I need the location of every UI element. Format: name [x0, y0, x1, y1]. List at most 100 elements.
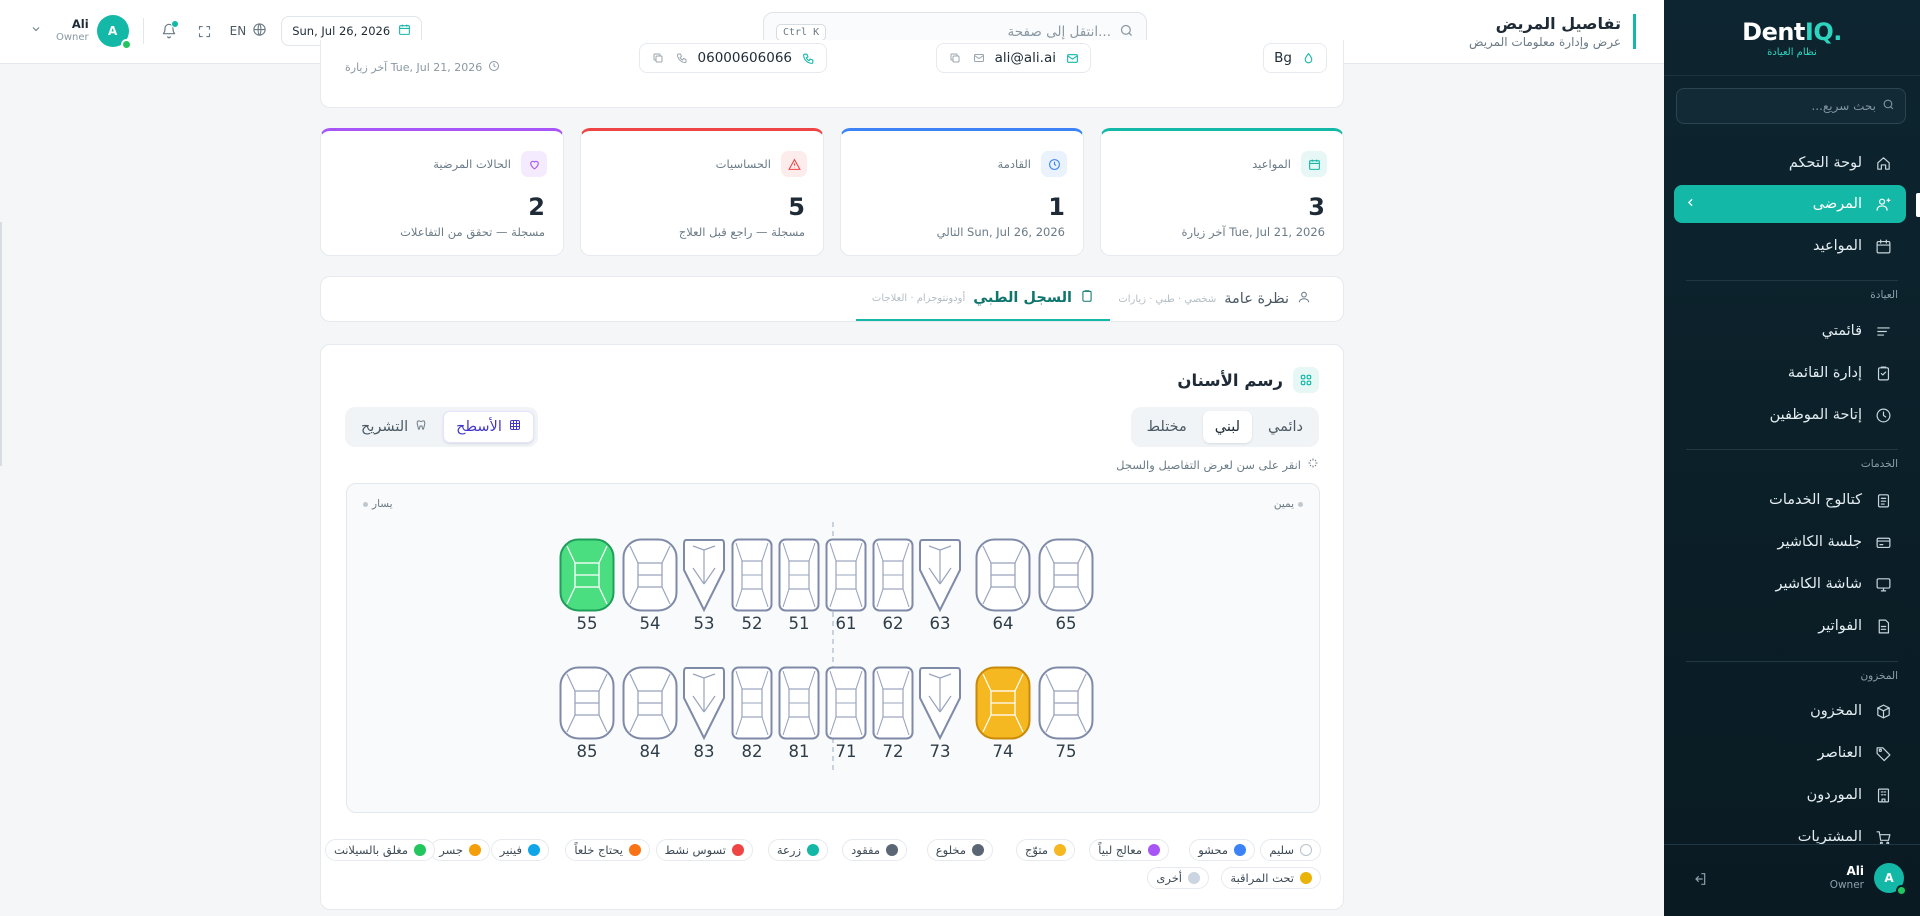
fullscreen-icon[interactable]	[194, 20, 216, 42]
legend-item: تسوس نشط	[655, 839, 753, 861]
call-icon[interactable]	[674, 50, 690, 66]
notification-dot	[170, 20, 179, 28]
tooth-74[interactable]	[975, 666, 1031, 744]
calendar-icon	[398, 23, 411, 39]
sidebar-item-calendar[interactable]: المواعيد	[1674, 227, 1906, 265]
tooth-number: 64	[992, 614, 1014, 633]
tooth-52[interactable]	[731, 538, 773, 616]
app-logo[interactable]: DentIQ. نظام العيادة	[1664, 18, 1920, 58]
clock-icon	[488, 60, 500, 75]
avatar: A	[1874, 863, 1907, 896]
mail-icon	[1064, 50, 1080, 66]
sidebar-item-label: قائمتي	[1821, 323, 1862, 339]
sidebar-group-label: المخزون	[1860, 670, 1898, 682]
sidebar-search-placeholder: بحث سريع...	[1811, 99, 1876, 113]
tooth-81[interactable]	[778, 666, 820, 744]
legend-label: جسر	[439, 843, 463, 857]
tooth-84[interactable]	[622, 666, 678, 744]
view-surfaces[interactable]: الأسطح	[443, 411, 534, 443]
tab-hint: أودونتوجرام · العلاجات	[871, 292, 966, 304]
legend-item: يحتاج خلعاً	[565, 839, 650, 861]
avatar-letter: A	[108, 24, 118, 38]
sidebar-search[interactable]: بحث سريع...	[1676, 88, 1906, 124]
user-menu[interactable]: Ali Owner A	[56, 15, 132, 50]
dentition-primary[interactable]: لبني	[1202, 411, 1252, 443]
stat-sub: مسجلة — تحقق من التفاعلات	[400, 225, 545, 239]
last-visit-text: آخر زيارة Tue, Jul 21, 2026	[345, 61, 483, 74]
sidebar-item-home[interactable]: لوحة التحكم	[1674, 144, 1906, 182]
building-icon	[1874, 786, 1892, 804]
send-mail-icon[interactable]	[971, 50, 987, 66]
tooth-73[interactable]	[919, 666, 961, 744]
midline	[832, 522, 834, 772]
dentition-toggle: دائمي لبني مختلط	[1130, 407, 1319, 447]
language-switcher[interactable]: EN	[230, 22, 268, 40]
calendar-icon	[1301, 151, 1327, 177]
tooth-62[interactable]	[872, 538, 914, 616]
dentition-mixed[interactable]: مختلط	[1135, 411, 1199, 443]
tooth-64[interactable]	[975, 538, 1031, 616]
legend-item: مخلوع	[926, 839, 993, 861]
avatar[interactable]: A	[96, 15, 132, 50]
sidebar-item-tag[interactable]: العناصر	[1674, 734, 1906, 772]
sidebar-item-label: إتاحة الموظفين	[1769, 407, 1862, 423]
tooth-53[interactable]	[683, 538, 725, 616]
legend: سليم محشو معالج لبياً متوّج مخلوع مفقود زرعة تس…	[321, 839, 1345, 899]
tooth-65[interactable]	[1038, 538, 1094, 616]
last-visit: آخر زيارة Tue, Jul 21, 2026	[345, 60, 500, 75]
sidebar-item-list[interactable]: قائمتي	[1674, 312, 1906, 350]
tooth-number: 63	[929, 614, 951, 633]
logo-subtitle: نظام العيادة	[1767, 47, 1817, 58]
tab-overview[interactable]: نظرة عامة شخصي · طبي · زيارات	[1118, 277, 1311, 321]
sidebar-user[interactable]: A Ali Owner	[1829, 863, 1907, 896]
tooth-number: 73	[929, 742, 951, 761]
tooth-83[interactable]	[683, 666, 725, 744]
tooth-63[interactable]	[919, 538, 961, 616]
sidebar-item-clock[interactable]: إتاحة الموظفين	[1674, 396, 1906, 434]
copy-icon[interactable]	[947, 50, 963, 66]
sidebar-item-building[interactable]: الموردون	[1674, 776, 1906, 814]
tab-medical-record[interactable]: السجل الطبي أودونتوجرام · العلاجات	[855, 277, 1110, 321]
sidebar-item-clipboard[interactable]: إدارة القائمة	[1674, 354, 1906, 392]
clipboard-icon	[1080, 289, 1094, 307]
sidebar-item-label: الفواتير	[1818, 618, 1862, 634]
user-role: Owner	[1829, 879, 1864, 891]
legend-item: مغلق بالسيلانت	[324, 839, 435, 861]
tooth-55[interactable]	[559, 538, 615, 616]
grid-icon	[509, 419, 521, 435]
sidebar-item-patients[interactable]: المرضى	[1674, 185, 1906, 223]
scroll-edge	[0, 222, 2, 466]
user-menu-chevron-icon[interactable]	[30, 23, 42, 39]
chart-hint: انقر على سن لعرض التفاصيل والسجل	[1116, 457, 1319, 472]
chart-hint-text: انقر على سن لعرض التفاصيل والسجل	[1116, 457, 1301, 472]
sidebar-item-invoice[interactable]: الفواتير	[1674, 607, 1906, 645]
stat-label: المواعيد	[1252, 157, 1291, 171]
sidebar-item-box[interactable]: المخزون	[1674, 692, 1906, 730]
copy-icon[interactable]	[650, 50, 666, 66]
patient-info-card: آخر زيارة Tue, Jul 21, 2026 Bg 060006060…	[320, 40, 1344, 108]
tooth-72[interactable]	[872, 666, 914, 744]
sidebar-item-label: شاشة الكاشير	[1775, 576, 1863, 592]
legend-swatch	[1188, 872, 1200, 884]
sidebar-item-label: لوحة التحكم	[1788, 155, 1862, 171]
view-toggle: الأسطح التشريح	[345, 407, 538, 447]
tooth-82[interactable]	[731, 666, 773, 744]
legend-swatch	[1300, 872, 1312, 884]
tooth-51[interactable]	[778, 538, 820, 616]
tooth-75[interactable]	[1038, 666, 1094, 744]
notifications-bell-icon[interactable]	[158, 20, 180, 42]
tooth-61[interactable]	[825, 538, 867, 616]
stat-label: الحالات المرضية	[433, 157, 511, 171]
view-surfaces-label: الأسطح	[456, 419, 502, 435]
home-icon	[1874, 154, 1892, 172]
sidebar-item-cashier[interactable]: جلسة الكاشير	[1674, 523, 1906, 561]
sidebar-item-screen[interactable]: شاشة الكاشير	[1674, 565, 1906, 603]
logout-icon[interactable]	[1692, 871, 1710, 889]
sidebar-group-label: الخدمات	[1860, 458, 1898, 470]
sidebar-item-catalog[interactable]: كتالوج الخدمات	[1674, 481, 1906, 519]
tooth-54[interactable]	[622, 538, 678, 616]
tooth-85[interactable]	[559, 666, 615, 744]
dentition-permanent[interactable]: دائمي	[1256, 411, 1315, 443]
view-anatomy[interactable]: التشريح	[349, 411, 439, 443]
tooth-71[interactable]	[825, 666, 867, 744]
